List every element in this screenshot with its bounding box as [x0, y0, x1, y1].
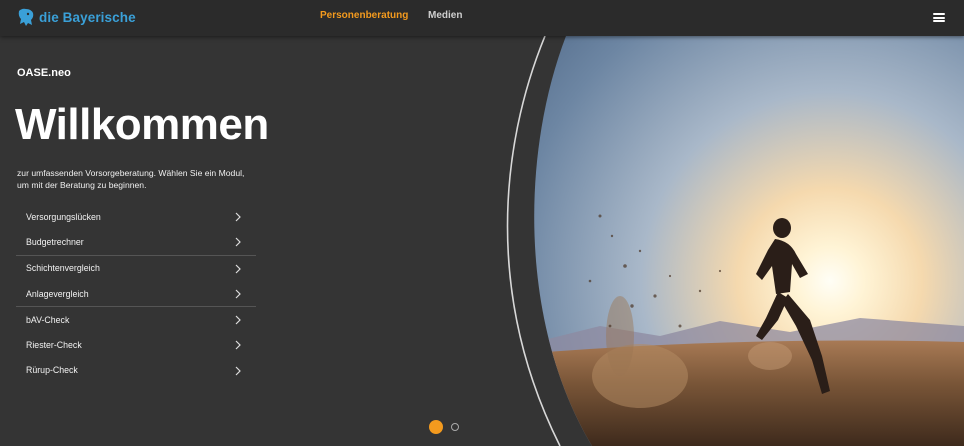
hero-subtitle-line-2: um mit der Beratung zu beginnen.	[17, 180, 147, 190]
app-name: OASE.neo	[17, 67, 71, 79]
module-bav-check[interactable]: bAV-Check	[16, 307, 256, 332]
module-label: bAV-Check	[26, 314, 70, 325]
brand-logo[interactable]: die Bayerische	[16, 6, 136, 28]
nav-medien[interactable]: Medien	[428, 10, 462, 21]
chevron-right-icon	[235, 212, 241, 222]
chevron-right-icon	[235, 366, 241, 376]
module-schichtenvergleich[interactable]: Schichtenvergleich	[16, 256, 256, 281]
module-versorgungsluecken[interactable]: Versorgungslücken	[16, 204, 256, 229]
chevron-right-icon	[235, 341, 241, 350]
module-label: Budgetrechner	[26, 236, 84, 247]
module-label: Versorgungslücken	[26, 211, 101, 222]
chevron-right-icon	[235, 237, 241, 247]
hamburger-menu-icon[interactable]	[933, 13, 945, 22]
module-list: Versorgungslücken Budgetrechner Schichte…	[16, 204, 256, 383]
module-label: Schichtenvergleich	[26, 263, 100, 274]
module-riester-check[interactable]: Riester-Check	[16, 332, 256, 357]
page-title: Willkommen	[15, 100, 269, 149]
carousel-dot[interactable]	[451, 423, 459, 431]
module-anlagevergleich[interactable]: Anlagevergleich	[16, 281, 256, 306]
brand-name: die Bayerische	[39, 9, 136, 25]
lion-icon	[18, 8, 34, 26]
hero-subtitle: zur umfassenden Vorsorgeberatung. Wählen…	[17, 167, 277, 191]
chevron-right-icon	[235, 289, 241, 299]
chevron-right-icon	[235, 264, 241, 274]
top-navigation-bar: die Bayerische Personenberatung Medien	[0, 0, 964, 36]
module-budgetrechner[interactable]: Budgetrechner	[16, 229, 256, 254]
nav-personenberatung[interactable]: Personenberatung	[320, 10, 408, 21]
carousel-indicator	[429, 420, 459, 434]
hero-subtitle-line-1: zur umfassenden Vorsorgeberatung. Wählen…	[17, 168, 245, 178]
module-label: Rürup-Check	[26, 365, 78, 376]
chevron-right-icon	[235, 315, 241, 325]
module-ruerup-check[interactable]: Rürup-Check	[16, 358, 256, 383]
carousel-dot-active[interactable]	[429, 420, 443, 434]
module-label: Anlagevergleich	[26, 288, 89, 299]
module-label: Riester-Check	[26, 340, 82, 351]
